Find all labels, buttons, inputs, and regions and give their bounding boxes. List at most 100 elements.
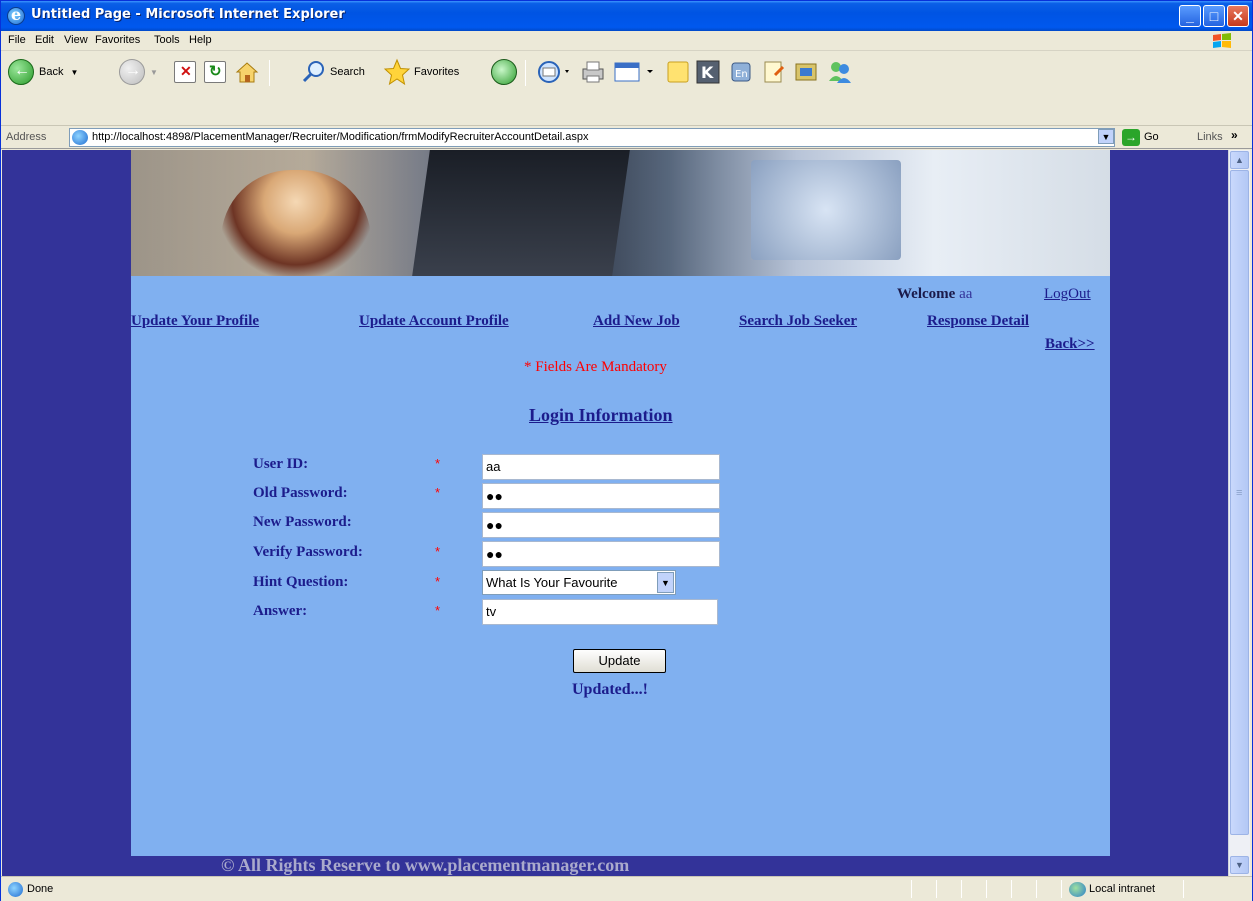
status-divider (1061, 880, 1062, 898)
user-id-label: User ID: (253, 456, 309, 472)
edit-button[interactable] (613, 58, 655, 86)
history-button[interactable] (491, 58, 517, 86)
banner-monitor (412, 150, 630, 276)
home-icon (235, 62, 259, 83)
refresh-button[interactable]: ↻ (204, 58, 226, 86)
required-mark: * (435, 485, 441, 500)
minimize-button[interactable]: _ (1179, 5, 1201, 27)
hint-question-select[interactable]: What Is Your Favourite ▼ (482, 570, 676, 595)
research-button[interactable]: En (728, 58, 754, 86)
favorites-button[interactable]: Favorites (383, 58, 459, 86)
banner-screen (751, 160, 901, 260)
go-button[interactable]: Go (1144, 131, 1159, 143)
edit-page-icon (614, 62, 653, 82)
svg-text:En: En (735, 69, 748, 80)
welcome-user: aa (959, 286, 973, 302)
forward-arrow-icon (119, 59, 145, 85)
forward-dropdown-icon: ▼ (150, 67, 158, 77)
address-dropdown-button[interactable]: ▼ (1098, 129, 1114, 144)
nav-update-profile-link[interactable]: Update Your Profile (131, 313, 259, 330)
welcome-label: Welcome (897, 286, 956, 302)
close-button[interactable]: ✕ (1227, 5, 1249, 27)
scroll-down-icon[interactable]: ▼ (1230, 856, 1249, 874)
favorites-star-icon (383, 58, 411, 86)
welcome-text: Welcome aa (897, 286, 972, 303)
home-button[interactable] (234, 58, 260, 86)
page-done-icon (8, 882, 23, 897)
menu-view[interactable]: View (64, 34, 88, 46)
go-arrow-icon[interactable]: → (1122, 129, 1140, 146)
toolbar-separator (269, 60, 270, 86)
address-label: Address (6, 131, 47, 143)
stop-icon: ✕ (174, 61, 196, 83)
messenger-button[interactable] (826, 58, 854, 86)
k-app-icon: K (696, 60, 720, 84)
required-mark: * (435, 544, 441, 559)
search-button[interactable]: Search (301, 58, 365, 86)
logout-link[interactable]: LogOut (1044, 286, 1091, 303)
nav-response-detail-link[interactable]: Response Detail (927, 313, 1029, 330)
status-divider (936, 880, 937, 898)
mail-button[interactable] (537, 58, 571, 86)
menu-help[interactable]: Help (189, 34, 212, 46)
address-url: http://localhost:4898/PlacementManager/R… (92, 131, 589, 143)
links-button[interactable]: Links (1197, 131, 1223, 143)
mail-icon (538, 61, 569, 83)
status-bar: Done Local intranet (1, 876, 1252, 901)
status-divider (1036, 880, 1037, 898)
nav-update-account-link[interactable]: Update Account Profile (359, 313, 509, 330)
old-password-label: Old Password: (253, 485, 348, 501)
blog-button[interactable] (761, 58, 787, 86)
messenger-people-icon (829, 62, 851, 83)
new-password-input[interactable]: ●● (482, 512, 720, 538)
research-icon: En (731, 62, 751, 82)
menu-favorites[interactable]: Favorites (95, 34, 140, 46)
nav-add-job-link[interactable]: Add New Job (593, 313, 680, 330)
nav-search-seeker-link[interactable]: Search Job Seeker (739, 313, 857, 330)
media-button[interactable] (793, 58, 819, 86)
new-password-label: New Password: (253, 514, 352, 530)
status-divider (1011, 880, 1012, 898)
media-icon (795, 63, 817, 81)
footer-copyright: © All Rights Reserve to www.placementman… (221, 855, 630, 875)
address-input[interactable]: http://localhost:4898/PlacementManager/R… (69, 128, 1115, 147)
standard-toolbar: Back ▼ ▼ ✕ ↻ Search Favorites (1, 52, 1252, 126)
forward-button[interactable]: ▼ (119, 58, 158, 86)
address-bar: Address http://localhost:4898/PlacementM… (1, 126, 1252, 149)
old-password-input[interactable]: ●● (482, 483, 720, 509)
print-button[interactable] (579, 58, 607, 86)
intranet-globe-icon (1069, 882, 1086, 897)
messenger-k-button[interactable]: K (695, 58, 721, 86)
chevron-down-icon[interactable]: ▼ (657, 572, 674, 593)
vertical-scrollbar[interactable]: ▲ ▼ (1228, 150, 1250, 876)
update-button[interactable]: Update (573, 649, 666, 673)
back-dropdown-icon: ▼ (70, 67, 79, 77)
back-link[interactable]: Back>> (1045, 336, 1095, 353)
answer-input[interactable]: tv (482, 599, 718, 625)
scroll-thumb[interactable] (1230, 170, 1249, 835)
status-divider (986, 880, 987, 898)
status-divider (911, 880, 912, 898)
status-message: Updated...! (572, 681, 649, 698)
blog-icon (764, 61, 785, 83)
history-icon (491, 59, 517, 85)
search-icon (302, 61, 324, 83)
chevron-right-icon[interactable]: » (1231, 128, 1238, 142)
scroll-up-icon[interactable]: ▲ (1230, 151, 1249, 169)
verify-password-input[interactable]: ●● (482, 541, 720, 567)
user-id-input[interactable]: aa (482, 454, 720, 480)
back-button[interactable]: Back ▼ (8, 58, 78, 86)
verify-password-label: Verify Password: (253, 544, 363, 560)
status-divider (961, 880, 962, 898)
discuss-button[interactable] (665, 58, 691, 86)
stop-button[interactable]: ✕ (174, 58, 196, 86)
answer-label: Answer: (253, 603, 308, 619)
menu-tools[interactable]: Tools (154, 34, 180, 46)
maximize-button[interactable]: □ (1203, 5, 1225, 27)
menu-edit[interactable]: Edit (35, 34, 54, 46)
mandatory-note: * Fields Are Mandatory (524, 359, 667, 375)
back-label: Back (39, 66, 64, 78)
menu-bar: File Edit View Favorites Tools Help (1, 31, 1252, 51)
section-heading: Login Information (529, 405, 673, 425)
menu-file[interactable]: File (8, 34, 26, 46)
